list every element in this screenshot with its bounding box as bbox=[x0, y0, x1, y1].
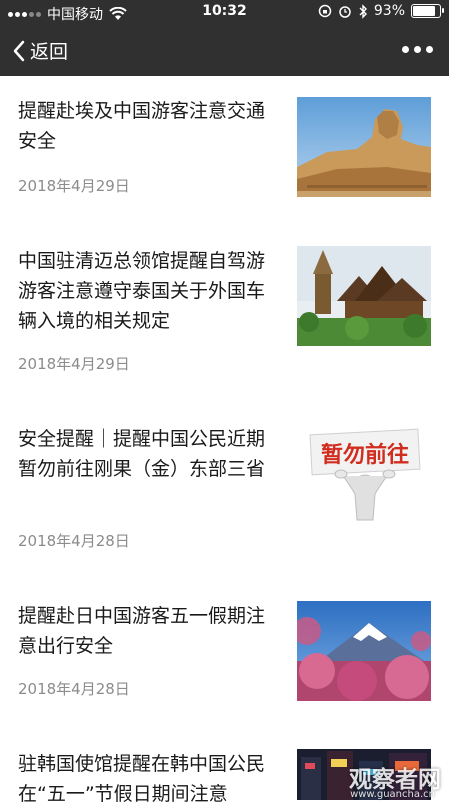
back-label: 返回 bbox=[30, 41, 69, 63]
article-title: 提醒赴埃及中国游客注意交通安全 bbox=[18, 100, 266, 152]
article-date: 2018年4月28日 bbox=[18, 680, 130, 698]
battery-icon bbox=[411, 4, 444, 18]
article-thumbnail-warning-sign: 暂勿前往 bbox=[297, 424, 431, 524]
article-title: 提醒赴日中国游客五一假期注意出行安全 bbox=[18, 605, 266, 657]
article-title: 安全提醒｜提醒中国公民近期暂勿前往刚果（金）东部三省 bbox=[18, 428, 266, 480]
chevron-left-icon bbox=[13, 40, 25, 61]
battery-percent: 93% bbox=[373, 3, 405, 19]
rotation-lock-icon bbox=[318, 4, 332, 18]
article-title: 驻韩国使馆提醒在韩中国公民在“五一”节假日期间注意 bbox=[18, 753, 266, 805]
article-thumbnail-thai-temple bbox=[297, 246, 431, 346]
more-options-button[interactable] bbox=[400, 38, 435, 61]
article-date: 2018年4月29日 bbox=[18, 177, 130, 195]
navigation-bar: 返回 bbox=[0, 24, 449, 76]
article-item[interactable]: 提醒赴日中国游客五一假期注意出行安全 2018年4月28日 bbox=[0, 576, 449, 725]
article-item[interactable]: 提醒赴埃及中国游客注意交通安全 2018年4月29日 bbox=[0, 76, 449, 222]
bluetooth-icon bbox=[359, 3, 367, 19]
article-item[interactable]: 安全提醒｜提醒中国公民近期暂勿前往刚果（金）东部三省 2018年4月28日 暂勿… bbox=[0, 399, 449, 577]
status-right: 93% bbox=[318, 3, 444, 19]
article-thumbnail-mount-fuji bbox=[297, 601, 431, 701]
status-bar: 中国移动 10:32 93% bbox=[0, 0, 449, 24]
article-date: 2018年4月28日 bbox=[18, 532, 130, 550]
back-button[interactable]: 返回 bbox=[12, 37, 68, 64]
watermark-url: www.guancha.cn bbox=[350, 789, 435, 800]
article-thumbnail-sphinx bbox=[297, 97, 431, 197]
article-date: 2018年4月29日 bbox=[18, 355, 130, 373]
article-title: 中国驻清迈总领馆提醒自驾游游客注意遵守泰国关于外国车辆入境的相关规定 bbox=[18, 250, 266, 332]
article-item[interactable]: 中国驻清迈总领馆提醒自驾游游客注意遵守泰国关于外国车辆入境的相关规定 2018年… bbox=[0, 221, 449, 400]
alarm-icon bbox=[339, 6, 351, 18]
warning-sign-text: 暂勿前往 bbox=[321, 442, 409, 468]
